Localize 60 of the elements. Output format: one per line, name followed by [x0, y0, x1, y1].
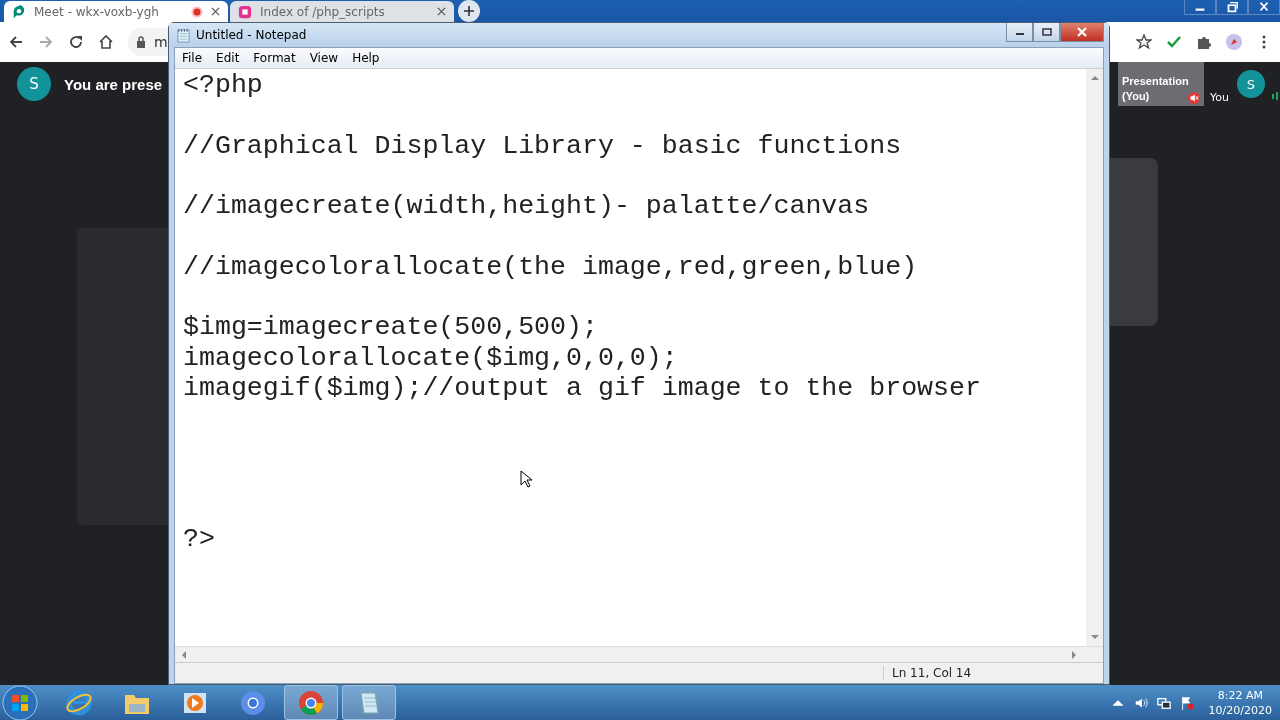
- restore-icon[interactable]: [1216, 0, 1248, 15]
- clock[interactable]: 8:22 AM 10/20/2020: [1208, 687, 1272, 718]
- puzzle-icon[interactable]: [1196, 34, 1212, 50]
- minimize-button[interactable]: [1006, 23, 1033, 42]
- menu-item[interactable]: File: [177, 51, 208, 65]
- chat-bubble-icon: [12, 4, 26, 19]
- star-icon[interactable]: [1136, 34, 1152, 50]
- browser-logo-icon: [239, 688, 267, 717]
- scroll-down-icon[interactable]: [1090, 634, 1099, 640]
- back-icon[interactable]: [8, 34, 24, 50]
- close-icon[interactable]: [437, 7, 446, 16]
- scroll-left-icon[interactable]: [181, 650, 187, 659]
- flag-icon[interactable]: [1179, 695, 1194, 710]
- cursor-position: Ln 11, Col 14: [883, 666, 972, 680]
- tile-label: Presentation (You): [1122, 74, 1190, 104]
- horizontal-scrollbar[interactable]: [175, 646, 1103, 662]
- network-icon[interactable]: [1156, 695, 1171, 710]
- new-tab-button[interactable]: [458, 0, 480, 22]
- participant-tile[interactable]: You S: [1210, 62, 1276, 106]
- user-avatar: S: [17, 67, 51, 101]
- home-icon[interactable]: [98, 34, 114, 50]
- clock-time: 8:22 AM: [1217, 687, 1263, 703]
- close-icon[interactable]: [1248, 0, 1280, 15]
- presenting-message: You are prese: [64, 75, 163, 93]
- plus-icon: [463, 5, 475, 17]
- menu-item[interactable]: View: [304, 51, 344, 65]
- clock-date: 10/20/2020: [1208, 702, 1272, 718]
- tab-title: Index of /php_scripts: [260, 4, 386, 19]
- square-logo-icon: [238, 4, 252, 19]
- vertical-scrollbar[interactable]: [1086, 69, 1103, 646]
- tile-label: You: [1210, 91, 1229, 104]
- checkmark-icon[interactable]: [1166, 34, 1182, 50]
- presentation-tile[interactable]: Presentation (You): [1118, 62, 1204, 106]
- window-title: Untitled - Notepad: [196, 28, 307, 42]
- scroll-up-icon[interactable]: [1090, 75, 1099, 81]
- reload-icon[interactable]: [68, 34, 84, 50]
- minimize-icon[interactable]: [1184, 0, 1216, 15]
- user-avatar: S: [1236, 70, 1265, 98]
- scroll-right-icon[interactable]: [1071, 650, 1077, 659]
- menu-item[interactable]: Help: [347, 51, 385, 65]
- browser-tab[interactable]: Index of /php_scripts: [230, 1, 454, 22]
- taskbar-app[interactable]: [342, 685, 396, 720]
- close-icon[interactable]: [211, 7, 220, 16]
- maximize-icon: [1041, 28, 1052, 36]
- profile-avatar-icon[interactable]: [1226, 34, 1242, 50]
- notepad-icon: [177, 27, 190, 43]
- maximize-button[interactable]: [1033, 23, 1060, 42]
- lock-icon: [136, 36, 146, 48]
- mouse-cursor-icon: [520, 470, 532, 488]
- tab-title: Meet - wkx-voxb-ygh: [34, 4, 160, 19]
- taskbar-app[interactable]: [284, 685, 338, 720]
- browser-tab[interactable]: Meet - wkx-voxb-ygh: [4, 1, 228, 22]
- menu-item[interactable]: Format: [248, 51, 301, 65]
- start-button[interactable]: [2, 684, 38, 720]
- letter-e-logo-icon: [65, 688, 93, 717]
- close-icon: [1076, 27, 1088, 37]
- close-button[interactable]: [1060, 23, 1104, 42]
- browser-logo-icon: [297, 688, 325, 717]
- menu-item[interactable]: Edit: [211, 51, 245, 65]
- speaker-icon[interactable]: [1133, 695, 1148, 710]
